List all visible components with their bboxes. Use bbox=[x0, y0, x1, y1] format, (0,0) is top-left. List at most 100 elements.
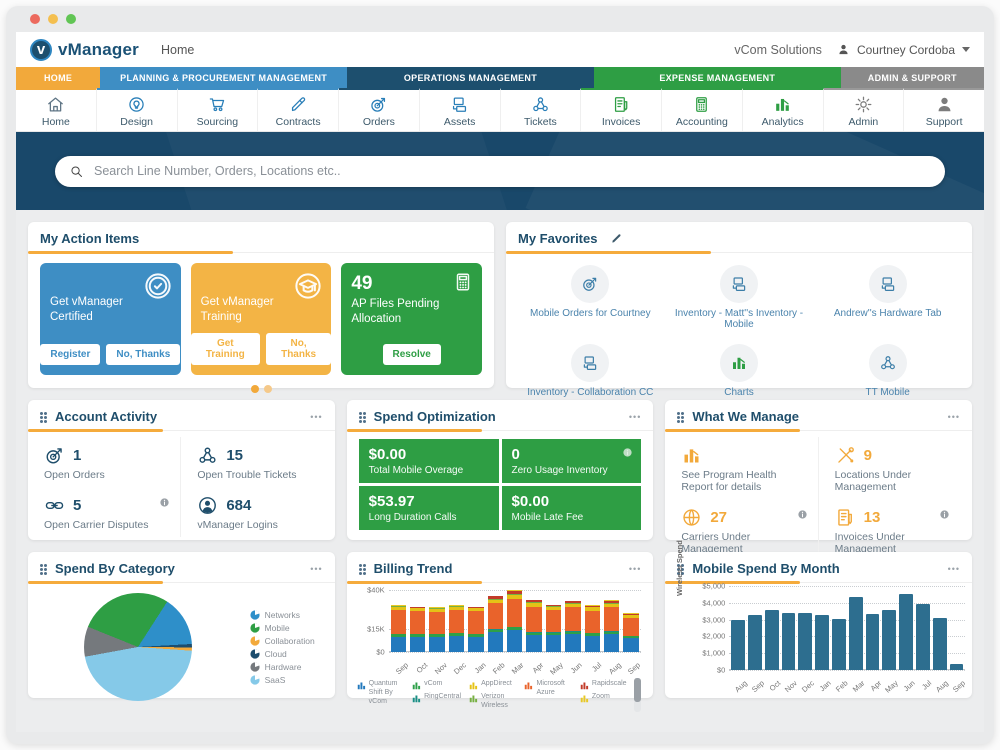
module-home[interactable]: Home bbox=[16, 88, 97, 131]
action-card[interactable]: Get vManager Training Get Training No, Tha… bbox=[190, 263, 332, 375]
favorite-item[interactable]: Inventory - Matt''s Inventory - Mobile bbox=[665, 265, 814, 330]
stacked-bar[interactable]: Oct bbox=[410, 606, 429, 675]
action-card[interactable]: 49 AP Files Pending Allocation Resolve bbox=[341, 263, 483, 375]
action-button-no-thanks[interactable]: No, Thanks bbox=[265, 333, 332, 365]
legend-item[interactable]: Verizon Wireless bbox=[469, 693, 516, 711]
action-card[interactable]: Get vManager Certified Register No, Thanks bbox=[40, 263, 181, 375]
stacked-bar[interactable]: Feb bbox=[487, 595, 507, 676]
stacked-bar[interactable]: May bbox=[545, 604, 565, 677]
drag-handle-icon[interactable] bbox=[40, 564, 43, 567]
window-maximize-button[interactable] bbox=[66, 14, 76, 24]
legend-item[interactable]: AppDirect bbox=[469, 680, 516, 690]
legend-item[interactable]: Quantum Shift By vCom bbox=[357, 680, 404, 706]
stacked-bar[interactable]: Jul bbox=[584, 605, 604, 674]
window-close-button[interactable] bbox=[30, 14, 40, 24]
legend-item[interactable]: vCom bbox=[412, 680, 461, 690]
bar[interactable]: Aug bbox=[731, 619, 749, 694]
legend-item[interactable]: Cloud bbox=[249, 649, 315, 659]
module-sourcing[interactable]: Sourcing bbox=[177, 88, 259, 131]
info-icon[interactable] bbox=[622, 447, 633, 458]
y-tick-label: $3,000 bbox=[702, 615, 726, 625]
bar[interactable]: Feb bbox=[832, 618, 849, 694]
bar[interactable]: Nov bbox=[781, 612, 799, 694]
stacked-bar[interactable]: Jan bbox=[468, 606, 487, 675]
legend-item[interactable]: Hardware bbox=[249, 662, 315, 672]
action-button-resolve[interactable]: Resolve bbox=[382, 344, 441, 365]
drag-handle-icon[interactable] bbox=[677, 412, 681, 415]
legend-item[interactable]: SaaS bbox=[249, 675, 315, 685]
bar[interactable]: May bbox=[882, 609, 900, 695]
nav-tab-expense-management[interactable]: EXPENSE MANAGEMENT bbox=[593, 67, 841, 88]
card-menu-button[interactable]: ••• bbox=[948, 412, 960, 421]
legend-item[interactable]: Networks bbox=[249, 610, 315, 620]
module-design[interactable]: Design bbox=[96, 88, 178, 131]
bar[interactable]: Jun bbox=[899, 594, 917, 693]
action-button-no-thanks[interactable]: No, Thanks bbox=[106, 344, 181, 365]
stacked-bar[interactable]: Mar bbox=[507, 590, 526, 676]
legend-item[interactable]: Rapidscale bbox=[580, 680, 627, 690]
module-tickets[interactable]: Tickets bbox=[500, 88, 582, 131]
module-contracts[interactable]: Contracts bbox=[258, 88, 339, 131]
global-search[interactable] bbox=[55, 155, 945, 187]
favorite-item[interactable]: Andrew''s Hardware Tab bbox=[813, 265, 962, 330]
vmanager-logo[interactable]: v vManager bbox=[30, 38, 139, 61]
action-button-register[interactable]: Register bbox=[40, 344, 101, 365]
bar[interactable]: Jul bbox=[915, 604, 933, 692]
nav-tab-admin-support[interactable]: ADMIN & SUPPORT bbox=[840, 67, 984, 88]
card-menu-button[interactable]: ••• bbox=[310, 412, 322, 421]
bar[interactable]: Mar bbox=[848, 596, 866, 694]
bar[interactable]: Dec bbox=[798, 612, 816, 694]
legend-item[interactable]: Microsoft Azure bbox=[524, 680, 571, 698]
search-input[interactable] bbox=[92, 163, 931, 179]
drag-handle-icon[interactable] bbox=[40, 412, 43, 415]
nav-tab-home[interactable]: HOME bbox=[16, 67, 101, 88]
info-icon[interactable] bbox=[159, 497, 170, 508]
card-menu-button[interactable]: ••• bbox=[948, 564, 960, 573]
window-minimize-button[interactable] bbox=[48, 14, 58, 24]
favorite-item[interactable]: Mobile Orders for Courtney bbox=[516, 265, 665, 330]
legend-item[interactable]: Mobile bbox=[249, 623, 315, 633]
legend-scrollbar[interactable] bbox=[634, 678, 642, 712]
stacked-bar[interactable]: Sep bbox=[390, 605, 410, 676]
stacked-bar[interactable]: Nov bbox=[429, 607, 448, 676]
legend-item[interactable]: Collaboration bbox=[249, 636, 315, 646]
stacked-bar[interactable]: Apr bbox=[526, 599, 545, 675]
carousel-dot[interactable] bbox=[250, 385, 259, 393]
chevron-down-icon[interactable] bbox=[962, 47, 970, 52]
favorite-item[interactable]: Charts bbox=[665, 344, 814, 398]
edit-pencil-icon[interactable] bbox=[610, 232, 623, 245]
bar[interactable]: Oct bbox=[764, 610, 782, 693]
nav-tab-operations-management[interactable]: OPERATIONS MANAGEMENT bbox=[347, 67, 594, 88]
legend-item[interactable]: RingCentral bbox=[412, 693, 461, 703]
stacked-bar[interactable]: Jun bbox=[565, 600, 584, 675]
bar[interactable]: Jan bbox=[815, 615, 833, 693]
bar[interactable]: Sep bbox=[748, 615, 765, 694]
drag-handle-icon[interactable] bbox=[358, 564, 362, 567]
nav-tab-planning-procurement-management[interactable]: PLANNING & PROCUREMENT MANAGEMENT bbox=[100, 67, 348, 88]
stacked-bar[interactable]: Aug bbox=[603, 600, 623, 676]
module-orders[interactable]: Orders bbox=[339, 88, 420, 131]
info-icon[interactable] bbox=[939, 509, 950, 520]
module-analytics[interactable]: Analytics bbox=[742, 88, 824, 131]
module-support[interactable]: Support bbox=[904, 88, 984, 131]
stacked-bar[interactable]: Sep bbox=[623, 613, 642, 676]
bar[interactable]: Aug bbox=[932, 617, 950, 694]
legend-item[interactable]: Zoom bbox=[580, 693, 627, 703]
favorite-item[interactable]: TT Mobile bbox=[813, 344, 962, 398]
favorite-item[interactable]: Inventory - Collaboration CC bbox=[516, 344, 665, 398]
drag-handle-icon[interactable] bbox=[358, 412, 362, 415]
card-menu-button[interactable]: ••• bbox=[310, 564, 322, 573]
card-menu-button[interactable]: ••• bbox=[629, 412, 641, 421]
info-icon[interactable] bbox=[797, 509, 808, 520]
carousel-dot[interactable] bbox=[263, 385, 272, 393]
stacked-bar[interactable]: Dec bbox=[448, 605, 468, 676]
module-invoices[interactable]: Invoices bbox=[581, 88, 662, 131]
action-button-get-training[interactable]: Get Training bbox=[190, 333, 260, 365]
module-admin[interactable]: Admin bbox=[823, 88, 905, 131]
bar[interactable]: Apr bbox=[865, 613, 883, 693]
bar[interactable]: Sep bbox=[949, 664, 967, 694]
user-name[interactable]: Courtney Cordoba bbox=[857, 43, 955, 57]
card-menu-button[interactable]: ••• bbox=[629, 564, 641, 573]
module-assets[interactable]: Assets bbox=[419, 88, 501, 131]
module-accounting[interactable]: Accounting bbox=[662, 88, 743, 131]
